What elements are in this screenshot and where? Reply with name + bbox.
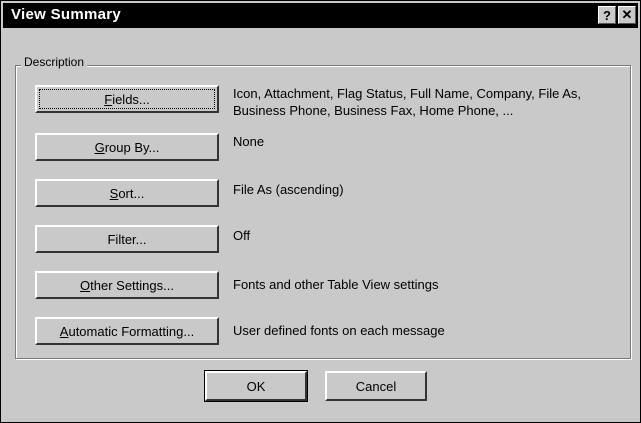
cancel-button[interactable]: Cancel	[325, 371, 427, 401]
filter-button-label: Filter...	[107, 231, 147, 247]
filter-button[interactable]: Filter...	[35, 225, 219, 253]
help-button[interactable]: ?	[598, 6, 616, 24]
description-legend: Description	[21, 55, 88, 69]
automatic-formatting-button-label: Automatic Formatting...	[59, 323, 195, 339]
sort-button[interactable]: Sort...	[35, 179, 219, 207]
automatic-formatting-summary: User defined fonts on each message	[233, 323, 445, 338]
close-button[interactable]: ✕	[618, 6, 636, 24]
fields-button[interactable]: Fields...	[35, 85, 219, 113]
other-settings-summary: Fonts and other Table View settings	[233, 277, 439, 292]
ok-button[interactable]: OK	[205, 371, 307, 401]
sort-summary: File As (ascending)	[233, 182, 344, 197]
group-by-button-label: Group By...	[94, 139, 160, 155]
fields-button-label: Fields...	[104, 91, 150, 107]
automatic-formatting-button[interactable]: Automatic Formatting...	[35, 317, 219, 345]
other-settings-button[interactable]: Other Settings...	[35, 271, 219, 299]
title-bar[interactable]: View Summary ? ✕	[3, 3, 638, 28]
filter-summary: Off	[233, 228, 251, 243]
other-settings-button-label: Other Settings...	[80, 277, 174, 293]
fields-summary: Icon, Attachment, Flag Status, Full Name…	[233, 86, 582, 118]
group-by-button[interactable]: Group By...	[35, 133, 219, 161]
group-by-summary: None	[233, 134, 265, 149]
help-icon: ?	[603, 7, 611, 23]
dialog-title: View Summary	[11, 6, 122, 23]
sort-button-label: Sort...	[109, 185, 145, 201]
close-icon: ✕	[621, 7, 633, 22]
view-summary-dialog: View Summary ? ✕ Description Fields... I…	[0, 0, 641, 423]
